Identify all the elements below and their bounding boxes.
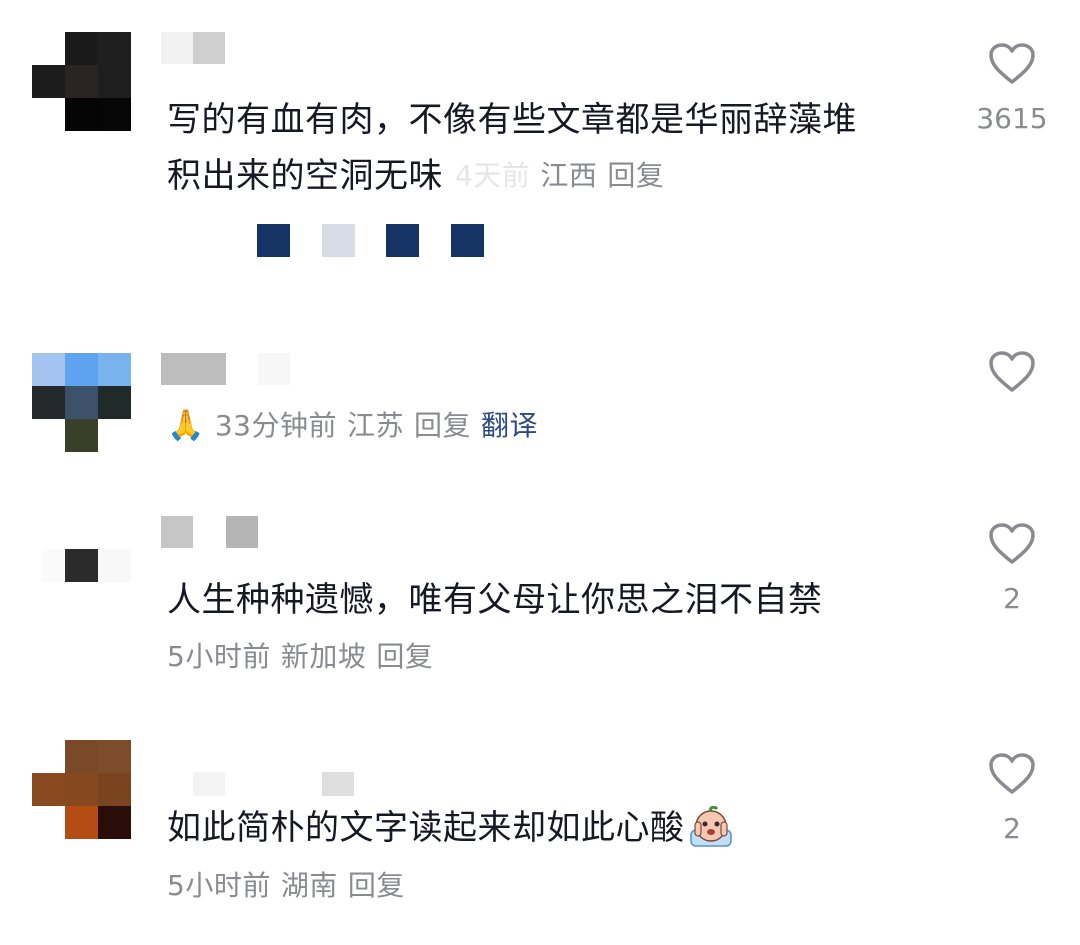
comment-meta: 🙏 33分钟前 江苏 回复 翻译 [167,406,548,446]
username-redacted[interactable] [161,32,231,64]
comment-time: 5小时前 [167,869,271,902]
comment-meta: 5小时前 新加坡 回复 [167,637,443,677]
comment-location: 江苏 [347,409,405,442]
comment-text: 人生种种遗憾，唯有父母让你思之泪不自禁 [167,580,823,620]
like-count: 3615 [976,102,1048,135]
comment-time: 33分钟前 [214,409,337,442]
avatar[interactable] [32,353,131,452]
comment-location: 新加坡 [280,640,367,673]
comment-text: 写的有血有肉，不像有些文章都是华丽辞藻堆 积出来的空洞无味 4天前 江西 回复 [167,100,857,196]
comment-meta: 5小时前 湖南 回复 [167,866,415,906]
folded-hands-emoji: 🙏 [167,408,205,443]
heart-icon[interactable] [988,42,1036,86]
avatar[interactable] [32,516,131,613]
reply-button[interactable]: 回复 [376,640,433,673]
comment-time: 5小时前 [167,640,271,673]
like-count: 2 [1003,582,1021,615]
translate-button[interactable]: 翻译 [481,409,538,442]
avatar[interactable] [32,740,131,839]
crying-face-sticker [689,806,732,847]
comment-location: 江西 [540,159,598,192]
comment-time: 4天前 [455,159,531,192]
avatar[interactable] [32,32,131,131]
comment-location: 湖南 [280,869,338,902]
reply-button[interactable]: 回复 [414,409,471,442]
heart-icon[interactable] [988,522,1036,566]
username-redacted[interactable] [161,353,291,385]
comment-text: 如此简朴的文字读起来却如此心酸 [167,800,735,856]
like-count: 2 [1003,812,1021,845]
comment-meta: 4天前 江西 回复 [455,156,674,196]
reply-button[interactable]: 回复 [607,159,664,192]
reply-button[interactable]: 回复 [348,869,405,902]
username-redacted[interactable] [161,516,261,548]
username-redacted[interactable] [161,772,361,796]
heart-icon[interactable] [988,350,1036,394]
heart-icon[interactable] [988,752,1036,796]
